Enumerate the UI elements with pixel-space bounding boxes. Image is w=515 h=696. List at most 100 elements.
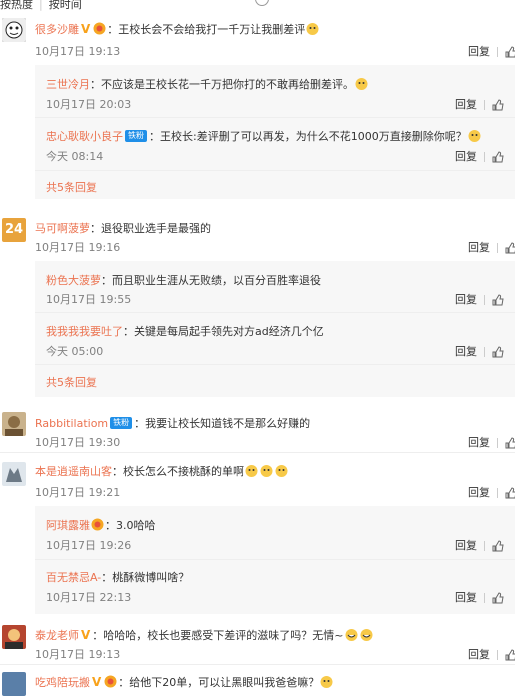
comment-5: 泰龙老师 V ：哈哈哈，校长也要感受下差评的滋味了吗？无情~ bbox=[35, 624, 374, 643]
like-icon[interactable] bbox=[492, 540, 504, 552]
reply-button[interactable]: 回复 bbox=[468, 648, 490, 661]
sub-reply-4: 我我我我要吐了：关键是每局起手领先对方ad经济几个亿 bbox=[46, 320, 324, 339]
reply-button[interactable]: 回复 bbox=[455, 150, 477, 163]
reply-action: 回复 bbox=[468, 484, 515, 500]
reply-action: 回复 bbox=[468, 43, 515, 59]
like-icon[interactable] bbox=[505, 46, 515, 58]
like-icon[interactable] bbox=[505, 649, 515, 661]
reply-button[interactable]: 回复 bbox=[468, 436, 490, 449]
comment-time: 10月17日 19:21 bbox=[35, 486, 121, 499]
sub-reply-3: 粉色大菠萝：而且职业生涯从无败绩，以百分百胜率退役 bbox=[46, 269, 321, 288]
comment-1: 很多沙雕 V ：王校长会不会给我打一千万让我删差评 bbox=[35, 18, 320, 37]
username-link[interactable]: 三世冷月 bbox=[46, 78, 90, 91]
reply-action: 回复 bbox=[468, 239, 515, 255]
username-link[interactable]: 百无禁忌A- bbox=[46, 571, 101, 584]
divider bbox=[35, 117, 515, 118]
like-icon[interactable] bbox=[505, 242, 515, 254]
reply-button[interactable]: 回复 bbox=[468, 486, 490, 499]
comment-text: ：桃酥微博叫啥？ bbox=[101, 571, 190, 584]
cat-avatar-icon bbox=[2, 462, 26, 486]
username-link[interactable]: 吃鸡陪玩搬 bbox=[35, 676, 90, 689]
avatar[interactable] bbox=[2, 18, 26, 42]
reply-action: 回复 bbox=[455, 589, 504, 605]
comment-text: ：而且职业生涯从无败绩，以百分百胜率退役 bbox=[101, 274, 321, 287]
username-link[interactable]: 泰龙老师 bbox=[35, 629, 79, 642]
reply-action: 回复 bbox=[455, 291, 504, 307]
fan-badge-icon bbox=[104, 675, 117, 688]
verified-v-icon: V bbox=[81, 22, 91, 36]
comment-4: 本是逍遥南山客：校长怎么不接桃酥的单啊 bbox=[35, 460, 289, 479]
reply-action: 回复 bbox=[468, 646, 515, 662]
sort-tabs: 按热度 | 按时间 bbox=[0, 0, 82, 11]
comment-text: ：退役职业选手是最强的 bbox=[90, 222, 211, 235]
like-icon[interactable] bbox=[492, 99, 504, 111]
fan-badge: 铁粉 bbox=[125, 129, 147, 142]
username-link[interactable]: 很多沙雕 bbox=[35, 23, 79, 36]
reply-button[interactable]: 回复 bbox=[455, 98, 477, 111]
verified-v-icon: V bbox=[92, 675, 102, 689]
more-replies-link[interactable]: 共5条回复 bbox=[46, 374, 97, 390]
divider bbox=[35, 364, 515, 365]
comment-time: 10月17日 19:13 bbox=[35, 648, 121, 661]
cat-emoji-icon bbox=[355, 78, 368, 90]
sub-reply-1: 三世冷月：不应该是王校长花一千万把你打的不敢再给删差评。 bbox=[46, 73, 369, 92]
comment-time: 今天 08:14 bbox=[46, 150, 104, 163]
laugh-emoji-icon bbox=[345, 629, 358, 641]
comment-text: ：哈哈哈，校长也要感受下差评的滋味了吗？无情~ bbox=[92, 629, 344, 642]
reply-button[interactable]: 回复 bbox=[455, 293, 477, 306]
comment-text: ：3.0哈哈 bbox=[105, 519, 156, 532]
avatar[interactable]: 24 bbox=[2, 218, 26, 242]
cat-emoji-icon bbox=[468, 130, 481, 142]
comment-2: 马可啊菠萝：退役职业选手是最强的 bbox=[35, 217, 211, 236]
like-icon[interactable] bbox=[492, 294, 504, 306]
avatar[interactable] bbox=[2, 462, 26, 486]
fan-badge-icon bbox=[93, 22, 106, 35]
comment-text: ：王校长会不会给我打一千万让我删差评 bbox=[107, 23, 306, 36]
sub-reply-6: 百无禁忌A-：桃酥微博叫啥？ bbox=[46, 566, 189, 585]
reply-button[interactable]: 回复 bbox=[468, 45, 490, 58]
reply-action: 回复 bbox=[468, 434, 515, 450]
meme-face-icon bbox=[2, 18, 26, 42]
like-icon[interactable] bbox=[505, 487, 515, 499]
username-link[interactable]: 阿琪露雅 bbox=[46, 519, 90, 532]
comment-text: ：关键是每局起手领先对方ad经济几个亿 bbox=[123, 325, 324, 338]
like-icon[interactable] bbox=[505, 437, 515, 449]
reply-button[interactable]: 回复 bbox=[455, 539, 477, 552]
sort-by-time-tab[interactable]: 按时间 bbox=[49, 0, 82, 11]
avatar[interactable] bbox=[2, 672, 26, 696]
avatar[interactable] bbox=[2, 412, 26, 436]
cat-emoji-icon bbox=[306, 23, 319, 35]
divider bbox=[35, 559, 515, 560]
like-icon[interactable] bbox=[492, 151, 504, 163]
comment-time: 10月17日 19:26 bbox=[46, 539, 132, 552]
sort-by-hot-tab[interactable]: 按热度 bbox=[0, 0, 33, 11]
username-link[interactable]: 我我我我要吐了 bbox=[46, 325, 123, 338]
divider bbox=[35, 312, 515, 313]
divider bbox=[0, 664, 515, 665]
username-link[interactable]: Rabbitilatiom bbox=[35, 417, 108, 430]
reply-button[interactable]: 回复 bbox=[455, 591, 477, 604]
username-link[interactable]: 本是逍遥南山客 bbox=[35, 465, 112, 478]
like-icon[interactable] bbox=[492, 346, 504, 358]
comment-text: ：给他下20单，可以让黑眼叫我爸爸嘛？ bbox=[118, 676, 320, 689]
circle-icon bbox=[255, 0, 269, 6]
photo-avatar-icon bbox=[2, 412, 26, 436]
cat-emoji-icon bbox=[260, 465, 273, 477]
more-replies-link[interactable]: 共5条回复 bbox=[46, 179, 97, 195]
photo-avatar-icon bbox=[2, 672, 26, 696]
username-link[interactable]: 粉色大菠萝 bbox=[46, 274, 101, 287]
reply-button[interactable]: 回复 bbox=[455, 345, 477, 358]
laugh-emoji-icon bbox=[360, 629, 373, 641]
reply-button[interactable]: 回复 bbox=[468, 241, 490, 254]
comment-text: ：王校长:差评删了可以再发，为什么不花1000万直接删除你呢？ bbox=[149, 130, 467, 143]
like-icon[interactable] bbox=[492, 592, 504, 604]
username-link[interactable]: 马可啊菠萝 bbox=[35, 222, 90, 235]
comment-text: ：校长怎么不接桃酥的单啊 bbox=[112, 465, 244, 478]
username-link[interactable]: 忠心耿耿小良子 bbox=[46, 130, 123, 143]
divider bbox=[35, 170, 515, 171]
cat-emoji-icon bbox=[320, 676, 333, 688]
avatar[interactable] bbox=[2, 625, 26, 649]
cat-emoji-icon bbox=[245, 465, 258, 477]
reply-action: 回复 bbox=[455, 343, 504, 359]
comment-3: Rabbitilatiom 铁粉 ：我要让校长知道钱不是那么好赚的 bbox=[35, 412, 310, 431]
